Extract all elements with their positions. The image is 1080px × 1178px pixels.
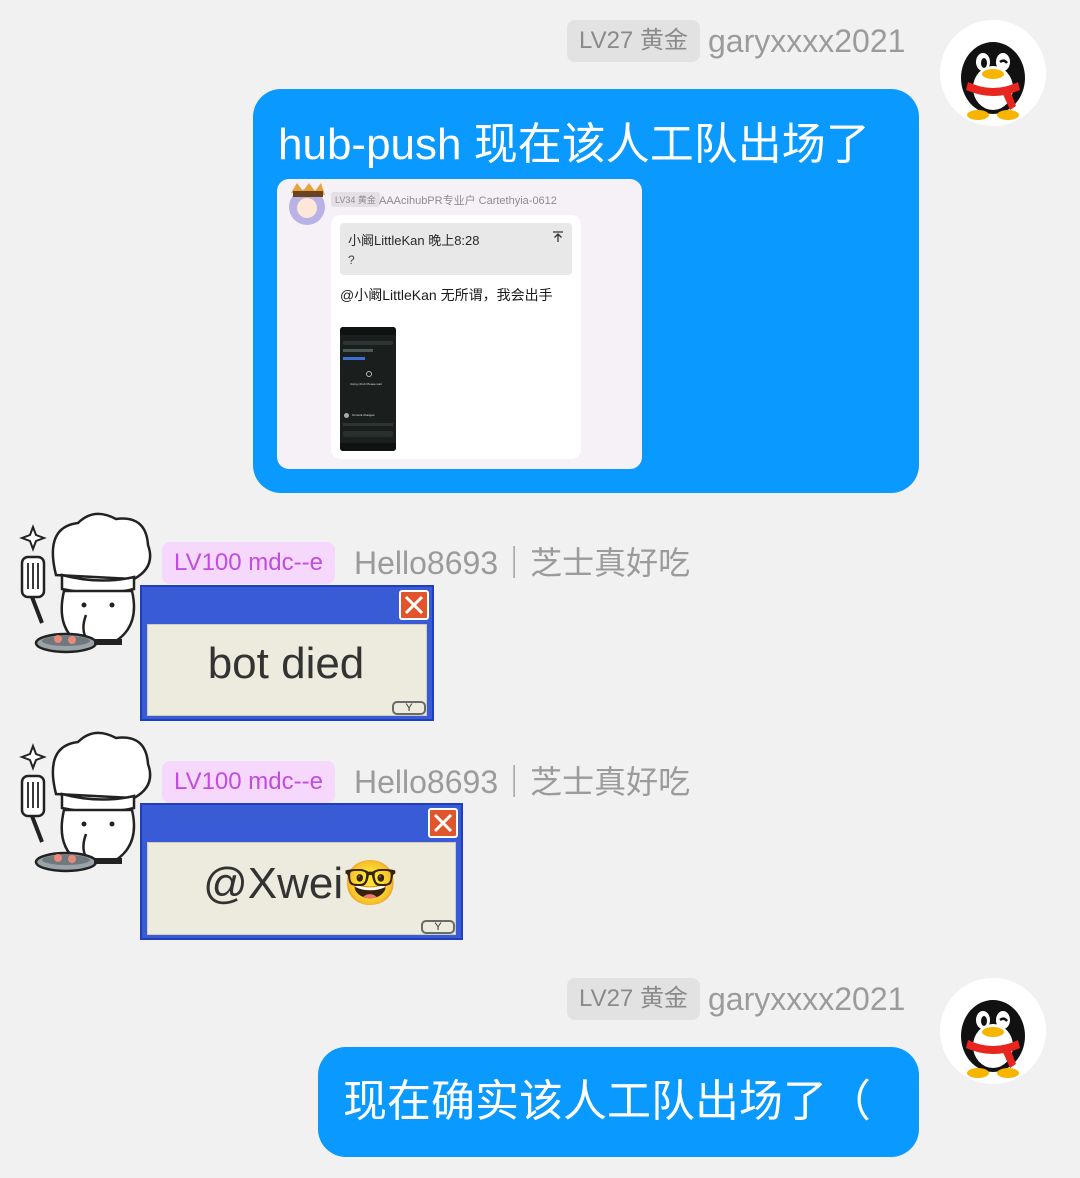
embed-message-text: @小阚LittleKan 无所谓，我会出手 — [340, 287, 553, 303]
avatar-hello8693[interactable] — [16, 724, 156, 874]
dialog-sticker[interactable]: @Xwei🤓 Y — [140, 803, 463, 940]
level-badge: LV27 黄金 — [567, 20, 700, 62]
dialog-body: @Xwei🤓 Y — [147, 842, 456, 935]
embed-level-badge: LV34 黄金 — [331, 192, 380, 207]
level-badge: LV27 黄金 — [567, 978, 700, 1020]
avatar-hello8693[interactable] — [16, 505, 156, 655]
message-bubble[interactable]: hub-push 现在该人工队出场了 LV34 黄金 AAAcihubPR专业户… — [253, 89, 919, 493]
quoted-reply: 小阚LittleKan 晚上8:28 ? — [340, 223, 572, 275]
level-badge: LV100 mdc--e — [162, 542, 335, 584]
sender-nickname[interactable]: garyxxxx2021 — [708, 978, 905, 1020]
sender-nickname[interactable]: garyxxxx2021 — [708, 20, 905, 62]
dialog-text: bot died — [207, 639, 365, 688]
chef-elephant-icon — [19, 731, 152, 873]
dialog-ok-button[interactable]: Y — [421, 920, 455, 934]
sender-nickname[interactable]: Hello8693｜芝士真好吃 — [354, 542, 690, 584]
close-icon[interactable] — [399, 590, 429, 620]
message-text: hub-push 现在该人工队出场了 — [278, 120, 870, 169]
qq-penguin-icon — [940, 978, 1046, 1084]
embed-nickname: AAAcihubPR专业户 Cartethyia-0612 — [379, 195, 557, 207]
phone-commit-text: Commit changes — [352, 413, 375, 417]
dialog-text: @Xwei🤓 — [203, 859, 398, 908]
close-icon[interactable] — [428, 808, 458, 838]
phone-status-text: Using cihub Please wait — [350, 382, 382, 386]
dialog-body: bot died Y — [147, 624, 427, 716]
quote-title: 小阚LittleKan 晚上8:28 — [348, 233, 480, 248]
avatar-garyxxxx2021[interactable] — [940, 20, 1046, 126]
embedded-screenshot[interactable]: LV34 黄金 AAAcihubPR专业户 Cartethyia-0612 小阚… — [277, 179, 642, 469]
anime-avatar-icon — [289, 183, 325, 225]
sender-nickname[interactable]: Hello8693｜芝士真好吃 — [354, 761, 690, 803]
quote-body: ? — [348, 253, 355, 267]
level-badge: LV100 mdc--e — [162, 761, 335, 803]
phone-screenshot-thumbnail: Using cihub Please wait Commit changes — [340, 327, 396, 451]
qq-penguin-icon — [940, 20, 1046, 126]
chef-elephant-icon — [19, 512, 152, 654]
dialog-ok-button[interactable]: Y — [392, 701, 426, 715]
embed-message-card: 小阚LittleKan 晚上8:28 ? @小阚LittleKan 无所谓，我会… — [331, 215, 581, 459]
message-bubble[interactable]: 现在确实该人工队出场了（ — [318, 1047, 919, 1157]
avatar-garyxxxx2021[interactable] — [940, 978, 1046, 1084]
dialog-sticker[interactable]: bot died Y — [140, 585, 434, 721]
message-text: 现在确实该人工队出场了（ — [343, 1077, 871, 1126]
pin-top-icon — [553, 231, 563, 242]
